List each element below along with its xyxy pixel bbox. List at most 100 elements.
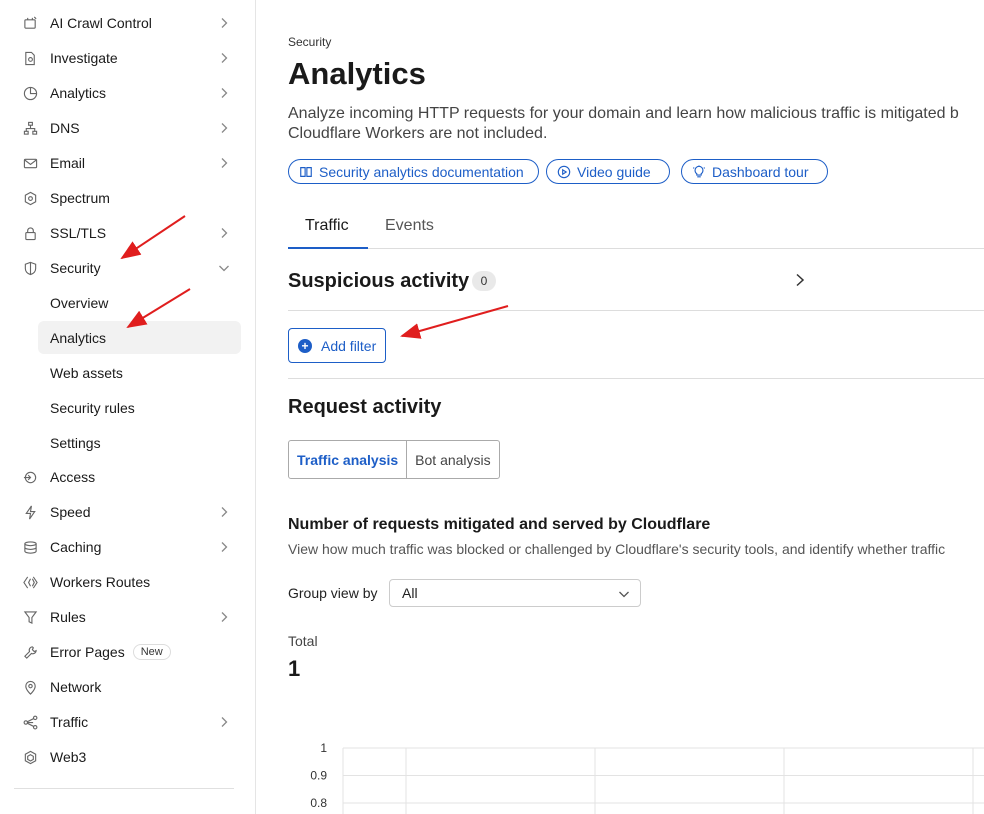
lock-icon	[22, 225, 38, 241]
bot-analysis-button[interactable]: Bot analysis	[407, 441, 498, 478]
sidebar-item-rules[interactable]: Rules	[14, 600, 242, 634]
docs-link-button[interactable]: Security analytics documentation	[288, 159, 539, 184]
sidebar-item-network[interactable]: Network	[14, 670, 242, 704]
page-description: Analyze incoming HTTP requests for your …	[288, 104, 984, 144]
dashboard-tour-button[interactable]: Dashboard tour	[681, 159, 828, 184]
chevron-right-icon	[221, 123, 228, 133]
group-view-label: Group view by	[288, 585, 378, 601]
sidebar-item-ssl-tls[interactable]: SSL/TLS	[14, 216, 242, 250]
total-value: 1	[288, 656, 301, 681]
sidebar-item-label: Speed	[50, 504, 91, 520]
chart-title: Number of requests mitigated and served …	[288, 516, 711, 533]
sidebar-subitem-settings[interactable]: Settings	[38, 426, 241, 459]
sidebar-subitem-analytics[interactable]: Analytics	[38, 321, 241, 354]
sidebar-item-label: AI Crawl Control	[50, 15, 152, 31]
lightbulb-icon	[692, 164, 706, 177]
sidebar-item-label: Security	[50, 260, 101, 276]
chevron-right-icon	[221, 228, 228, 238]
analytics-icon	[22, 85, 38, 101]
traffic-icon	[22, 714, 38, 730]
y-tick-label: 1	[320, 741, 327, 755]
rules-icon	[22, 609, 38, 625]
sidebar-item-email[interactable]: Email	[14, 146, 242, 180]
video-guide-button[interactable]: Video guide	[546, 159, 670, 184]
chevron-right-icon	[221, 53, 228, 63]
total-label: Total	[288, 633, 318, 649]
play-circle-icon	[557, 165, 571, 178]
new-badge: New	[132, 644, 171, 660]
description-line-2: Cloudflare Workers are not included.	[288, 125, 548, 142]
analysis-segmented-control: Traffic analysis Bot analysis	[288, 440, 500, 479]
chevron-right-icon[interactable]	[794, 273, 806, 287]
sidebar-item-label: SSL/TLS	[50, 225, 107, 241]
group-view-select[interactable]: All	[389, 579, 641, 607]
chevron-down-icon	[219, 265, 229, 272]
group-view-value: All	[402, 585, 418, 601]
sidebar-subitem-overview[interactable]: Overview	[38, 286, 241, 319]
bolt-icon	[22, 504, 38, 520]
sidebar-item-investigate[interactable]: Investigate	[14, 41, 242, 75]
chart-description: View how much traffic was blocked or cha…	[288, 541, 946, 557]
sidebar-item-label: Network	[50, 679, 102, 695]
tab-events[interactable]: Events	[368, 204, 451, 248]
suspicious-activity-title: Suspicious activity	[288, 270, 470, 292]
sidebar-item-ai-crawl-control[interactable]: AI Crawl Control	[14, 6, 242, 40]
sidebar-item-dns[interactable]: DNS	[14, 111, 242, 145]
sidebar-item-label: Traffic	[50, 714, 89, 730]
ai-crawl-icon	[22, 15, 38, 31]
sidebar-item-label: Rules	[50, 609, 86, 625]
spectrum-icon	[22, 190, 38, 206]
sidebar-item-security[interactable]: Security	[14, 251, 242, 285]
sidebar-item-label: Web3	[50, 749, 87, 765]
dashboard-tour-label: Dashboard tour	[712, 163, 809, 180]
sidebar-item-label: Spectrum	[50, 190, 110, 206]
sidebar-item-label: Caching	[50, 539, 102, 555]
access-icon	[22, 469, 38, 485]
breadcrumb[interactable]: Security	[288, 35, 331, 49]
request-activity-title: Request activity	[288, 396, 442, 418]
chevron-right-icon	[221, 612, 228, 622]
sidebar-item-access[interactable]: Access	[14, 460, 242, 494]
workers-icon	[22, 574, 38, 590]
shield-icon	[22, 260, 38, 276]
tab-bar: Traffic Events	[288, 204, 984, 249]
sidebar-item-traffic[interactable]: Traffic	[14, 705, 242, 739]
traffic-analysis-button[interactable]: Traffic analysis	[289, 441, 408, 478]
sidebar-item-label: Workers Routes	[50, 574, 151, 590]
sidebar-item-label: Error Pages	[50, 644, 125, 660]
y-tick-label: 0.8	[310, 796, 327, 810]
book-icon	[300, 166, 312, 177]
chevron-right-icon	[221, 542, 228, 552]
sidebar-item-workers-routes[interactable]: Workers Routes	[14, 565, 242, 599]
sidebar-item-label: DNS	[50, 120, 80, 136]
email-icon	[22, 155, 38, 171]
sidebar-item-spectrum[interactable]: Spectrum	[14, 181, 242, 215]
plus-circle-icon: +	[298, 338, 312, 353]
sidebar-subitem-security-rules[interactable]: Security rules	[38, 391, 241, 424]
dns-icon	[22, 120, 38, 136]
sidebar-item-error-pages[interactable]: Error Pages New	[14, 635, 242, 669]
filter-bar: + Add filter	[288, 310, 984, 379]
chevron-right-icon	[221, 88, 228, 98]
location-pin-icon	[22, 679, 38, 695]
chevron-right-icon	[221, 717, 228, 727]
sidebar-item-caching[interactable]: Caching	[14, 530, 242, 564]
requests-chart: 1 0.9 0.8	[310, 741, 984, 814]
tab-traffic[interactable]: Traffic	[288, 204, 368, 249]
chevron-right-icon	[221, 18, 228, 28]
chevron-right-icon	[221, 158, 228, 168]
sidebar-item-analytics[interactable]: Analytics	[14, 76, 242, 110]
sidebar-item-label: Investigate	[50, 50, 118, 66]
video-guide-label: Video guide	[577, 163, 651, 180]
caching-icon	[22, 539, 38, 555]
sidebar-item-web3[interactable]: Web3	[14, 740, 242, 774]
wrench-icon	[22, 644, 38, 660]
docs-link-label: Security analytics documentation	[319, 163, 524, 180]
y-tick-label: 0.9	[310, 769, 327, 783]
sidebar-item-label: Analytics	[50, 85, 107, 101]
sidebar-item-speed[interactable]: Speed	[14, 495, 242, 529]
investigate-icon	[22, 50, 38, 66]
add-filter-button[interactable]: + Add filter	[288, 328, 386, 363]
sidebar-subitem-web-assets[interactable]: Web assets	[38, 356, 241, 389]
main-content: Security Analytics Analyze incoming HTTP…	[288, 0, 984, 814]
